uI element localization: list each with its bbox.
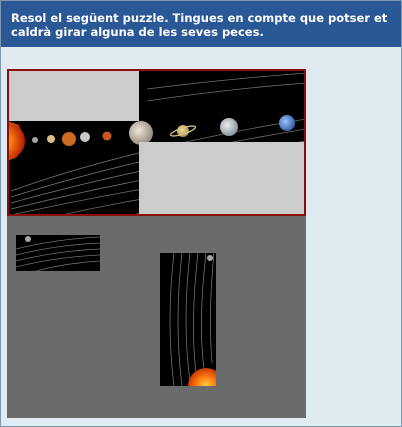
instructions-text: Resol el següent puzzle. Tingues en comp…	[11, 11, 388, 39]
piece-image	[160, 253, 216, 386]
instructions-header: Resol el següent puzzle. Tingues en comp…	[1, 1, 401, 47]
activity-window: Resol el següent puzzle. Tingues en comp…	[0, 0, 402, 427]
piece-image	[16, 235, 100, 271]
loose-piece-rotated[interactable]	[160, 253, 216, 386]
puzzle-area	[7, 69, 306, 418]
puzzle-board	[7, 69, 306, 216]
loose-piece-wide[interactable]	[16, 235, 100, 271]
empty-slot-bottom-right[interactable]	[139, 142, 306, 216]
empty-slot-top-left[interactable]	[7, 69, 139, 121]
